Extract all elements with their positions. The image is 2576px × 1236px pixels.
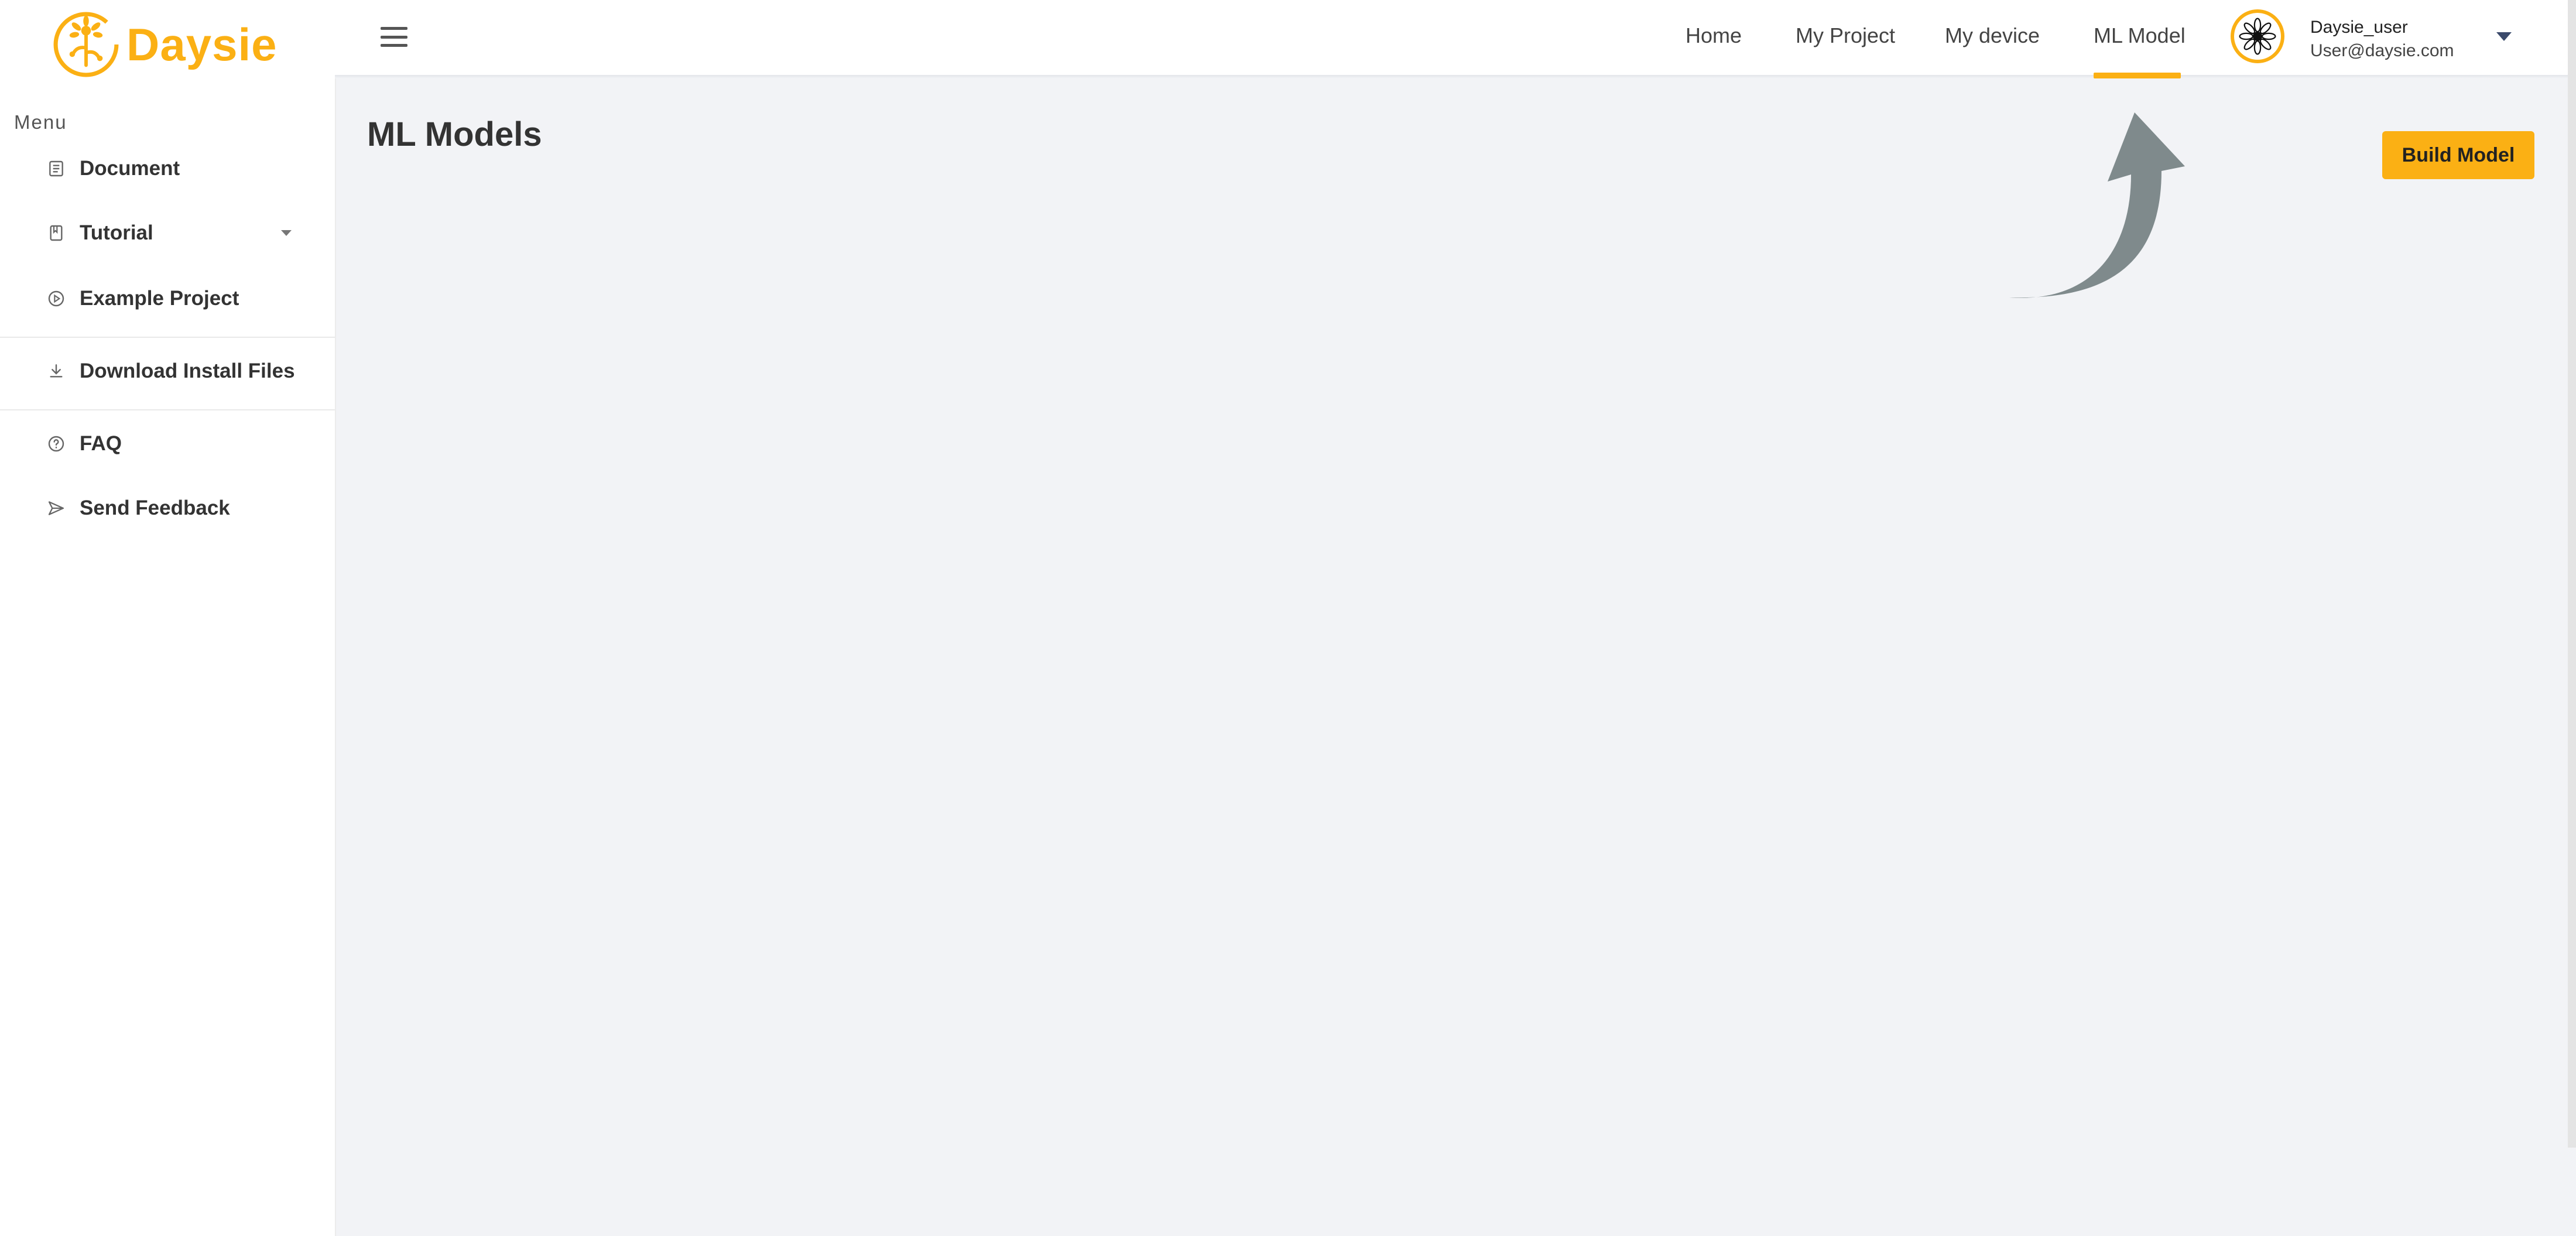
scrollbar[interactable] xyxy=(2568,0,2576,1148)
nav-my-project[interactable]: My Project xyxy=(1796,23,1895,48)
sidebar: Daysie Menu Document Tutorial Example Pr… xyxy=(0,0,336,1236)
sidebar-item-label: Download Install Files xyxy=(80,359,295,382)
nav-my-device[interactable]: My device xyxy=(1945,23,2040,48)
play-circle-icon xyxy=(44,287,68,310)
daisy-flower-icon xyxy=(2239,18,2276,55)
sidebar-item-faq[interactable]: FAQ xyxy=(0,416,335,472)
logo-text: Daysie xyxy=(126,18,278,70)
sidebar-item-label: Tutorial xyxy=(80,221,153,244)
sidebar-item-tutorial[interactable]: Tutorial xyxy=(0,205,335,261)
sidebar-item-download-install-files[interactable]: Download Install Files xyxy=(0,343,335,399)
caret-down-icon[interactable] xyxy=(2496,32,2512,41)
active-nav-underline xyxy=(2094,73,2181,78)
sidebar-item-label: Example Project xyxy=(80,287,239,310)
nav-home[interactable]: Home xyxy=(1686,23,1742,48)
sidebar-item-example-project[interactable]: Example Project xyxy=(0,271,335,327)
build-model-button[interactable]: Build Model xyxy=(2382,131,2534,179)
nav-ml-model[interactable]: ML Model xyxy=(2094,23,2186,48)
sidebar-item-label: Send Feedback xyxy=(80,497,230,519)
sidebar-divider xyxy=(0,409,335,410)
page-title: ML Models xyxy=(367,115,542,153)
avatar[interactable] xyxy=(2231,9,2284,63)
sidebar-item-label: Document xyxy=(80,157,180,180)
book-icon xyxy=(44,221,68,245)
daysie-logo-icon xyxy=(53,12,119,77)
sidebar-item-label: FAQ xyxy=(80,432,122,455)
menu-label: Menu xyxy=(14,111,67,133)
logo[interactable]: Daysie xyxy=(52,9,278,80)
help-circle-icon xyxy=(44,432,68,456)
user-name: Daysie_user xyxy=(2310,18,2408,37)
hamburger-menu-icon[interactable] xyxy=(381,27,407,47)
top-bar-shadow xyxy=(335,75,2576,78)
sidebar-divider xyxy=(0,337,335,338)
chevron-down-icon[interactable] xyxy=(281,230,292,236)
download-icon xyxy=(44,359,68,383)
sidebar-item-send-feedback[interactable]: Send Feedback xyxy=(0,480,335,536)
document-icon xyxy=(44,157,68,180)
user-email: User@daysie.com xyxy=(2310,41,2454,60)
curved-arrow-icon xyxy=(2009,112,2185,298)
send-icon xyxy=(44,497,68,520)
sidebar-item-document[interactable]: Document xyxy=(0,141,335,197)
